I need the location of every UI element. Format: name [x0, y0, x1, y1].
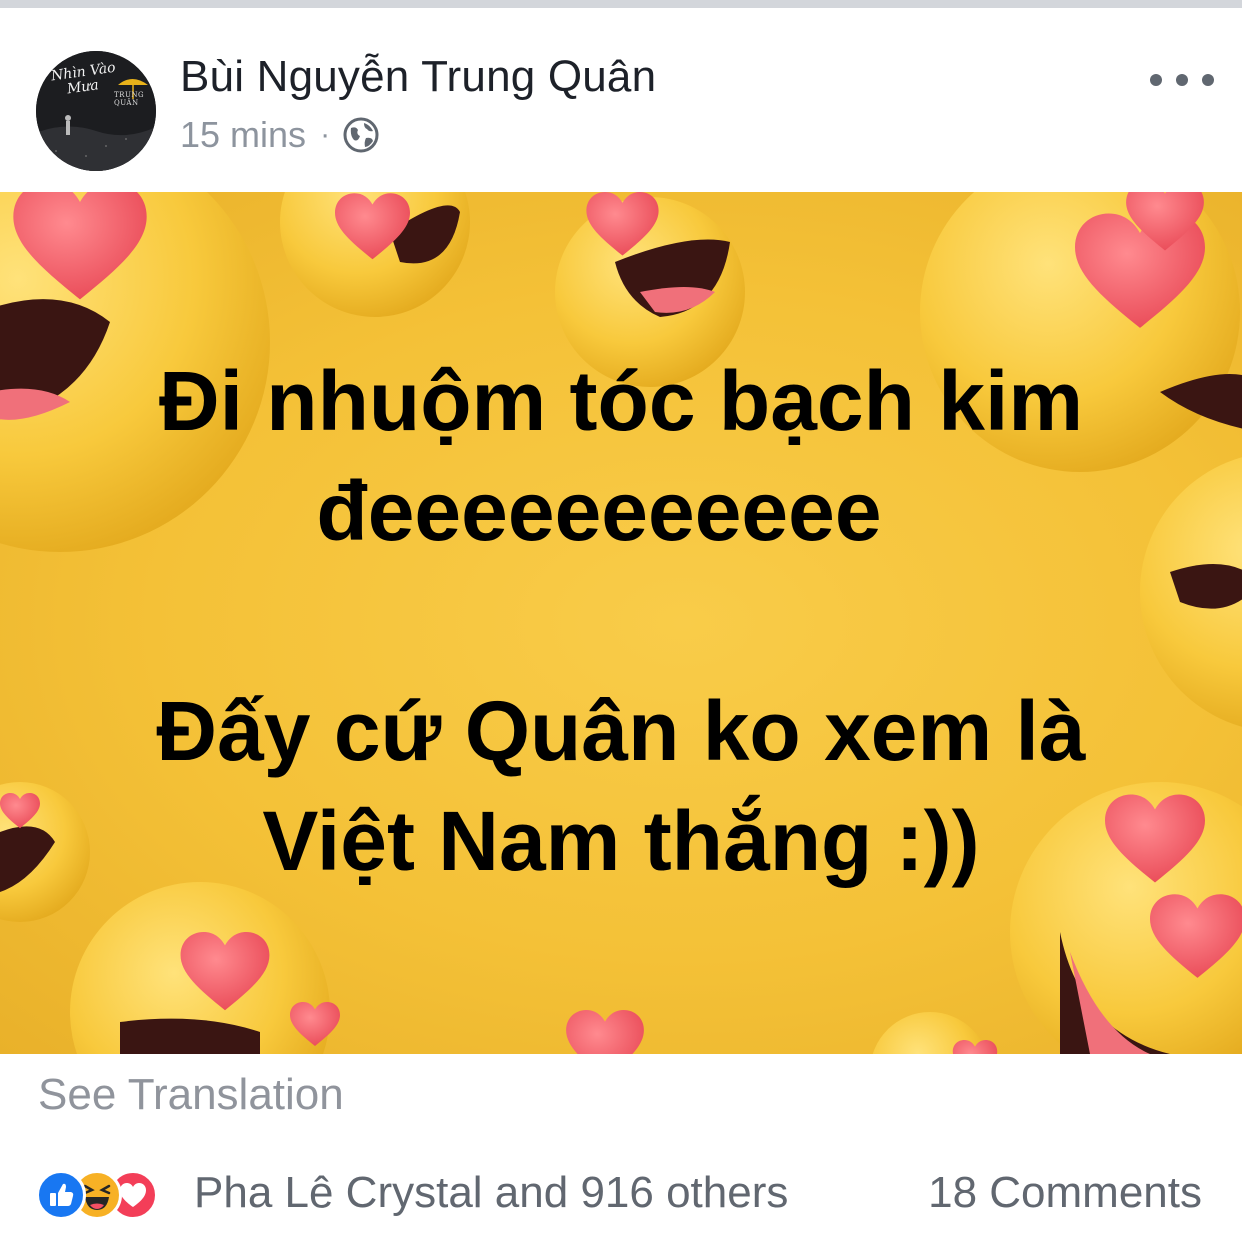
reaction-icons[interactable]: [36, 1170, 158, 1220]
comments-count[interactable]: 18 Comments: [928, 1168, 1202, 1218]
meta-separator: ·: [320, 118, 331, 151]
post-text-line: Đấy cứ Quân ko xem là: [156, 684, 1086, 778]
more-dot: [1150, 74, 1162, 86]
more-dot: [1202, 74, 1214, 86]
post-meta: 15 mins ·: [180, 114, 380, 156]
avatar-subtitle: TRUNG QUÂN: [114, 91, 145, 107]
post-image[interactable]: Đi nhuộm tóc bạch kim đeeeeeeeeeee Đấy c…: [0, 192, 1242, 1054]
post-footer: Pha Lê Crystal and 916 others 18 Comment…: [0, 1160, 1242, 1230]
post-text-line: đeeeeeeeeeee: [316, 464, 882, 558]
globe-icon[interactable]: [342, 116, 380, 154]
post-text-line: Đi nhuộm tóc bạch kim: [158, 354, 1084, 448]
more-options-button[interactable]: [1150, 64, 1214, 96]
post-text-line: Việt Nam thắng :)): [262, 794, 980, 888]
top-divider: [0, 0, 1242, 8]
timestamp[interactable]: 15 mins: [180, 114, 306, 156]
like-icon: [36, 1170, 86, 1220]
more-dot: [1176, 74, 1188, 86]
author-name[interactable]: Bùi Nguyễn Trung Quân: [180, 52, 656, 102]
see-translation-link[interactable]: See Translation: [38, 1070, 344, 1120]
avatar[interactable]: Nhìn Vào Mưa TRUNG QUÂN: [36, 51, 156, 171]
post-image-text: Đi nhuộm tóc bạch kim đeeeeeeeeeee Đấy c…: [0, 192, 1242, 1054]
reactors-summary[interactable]: Pha Lê Crystal and 916 others: [194, 1168, 788, 1218]
post-header: Nhìn Vào Mưa TRUNG QUÂN Bùi Nguyễn Trung…: [0, 8, 1242, 192]
